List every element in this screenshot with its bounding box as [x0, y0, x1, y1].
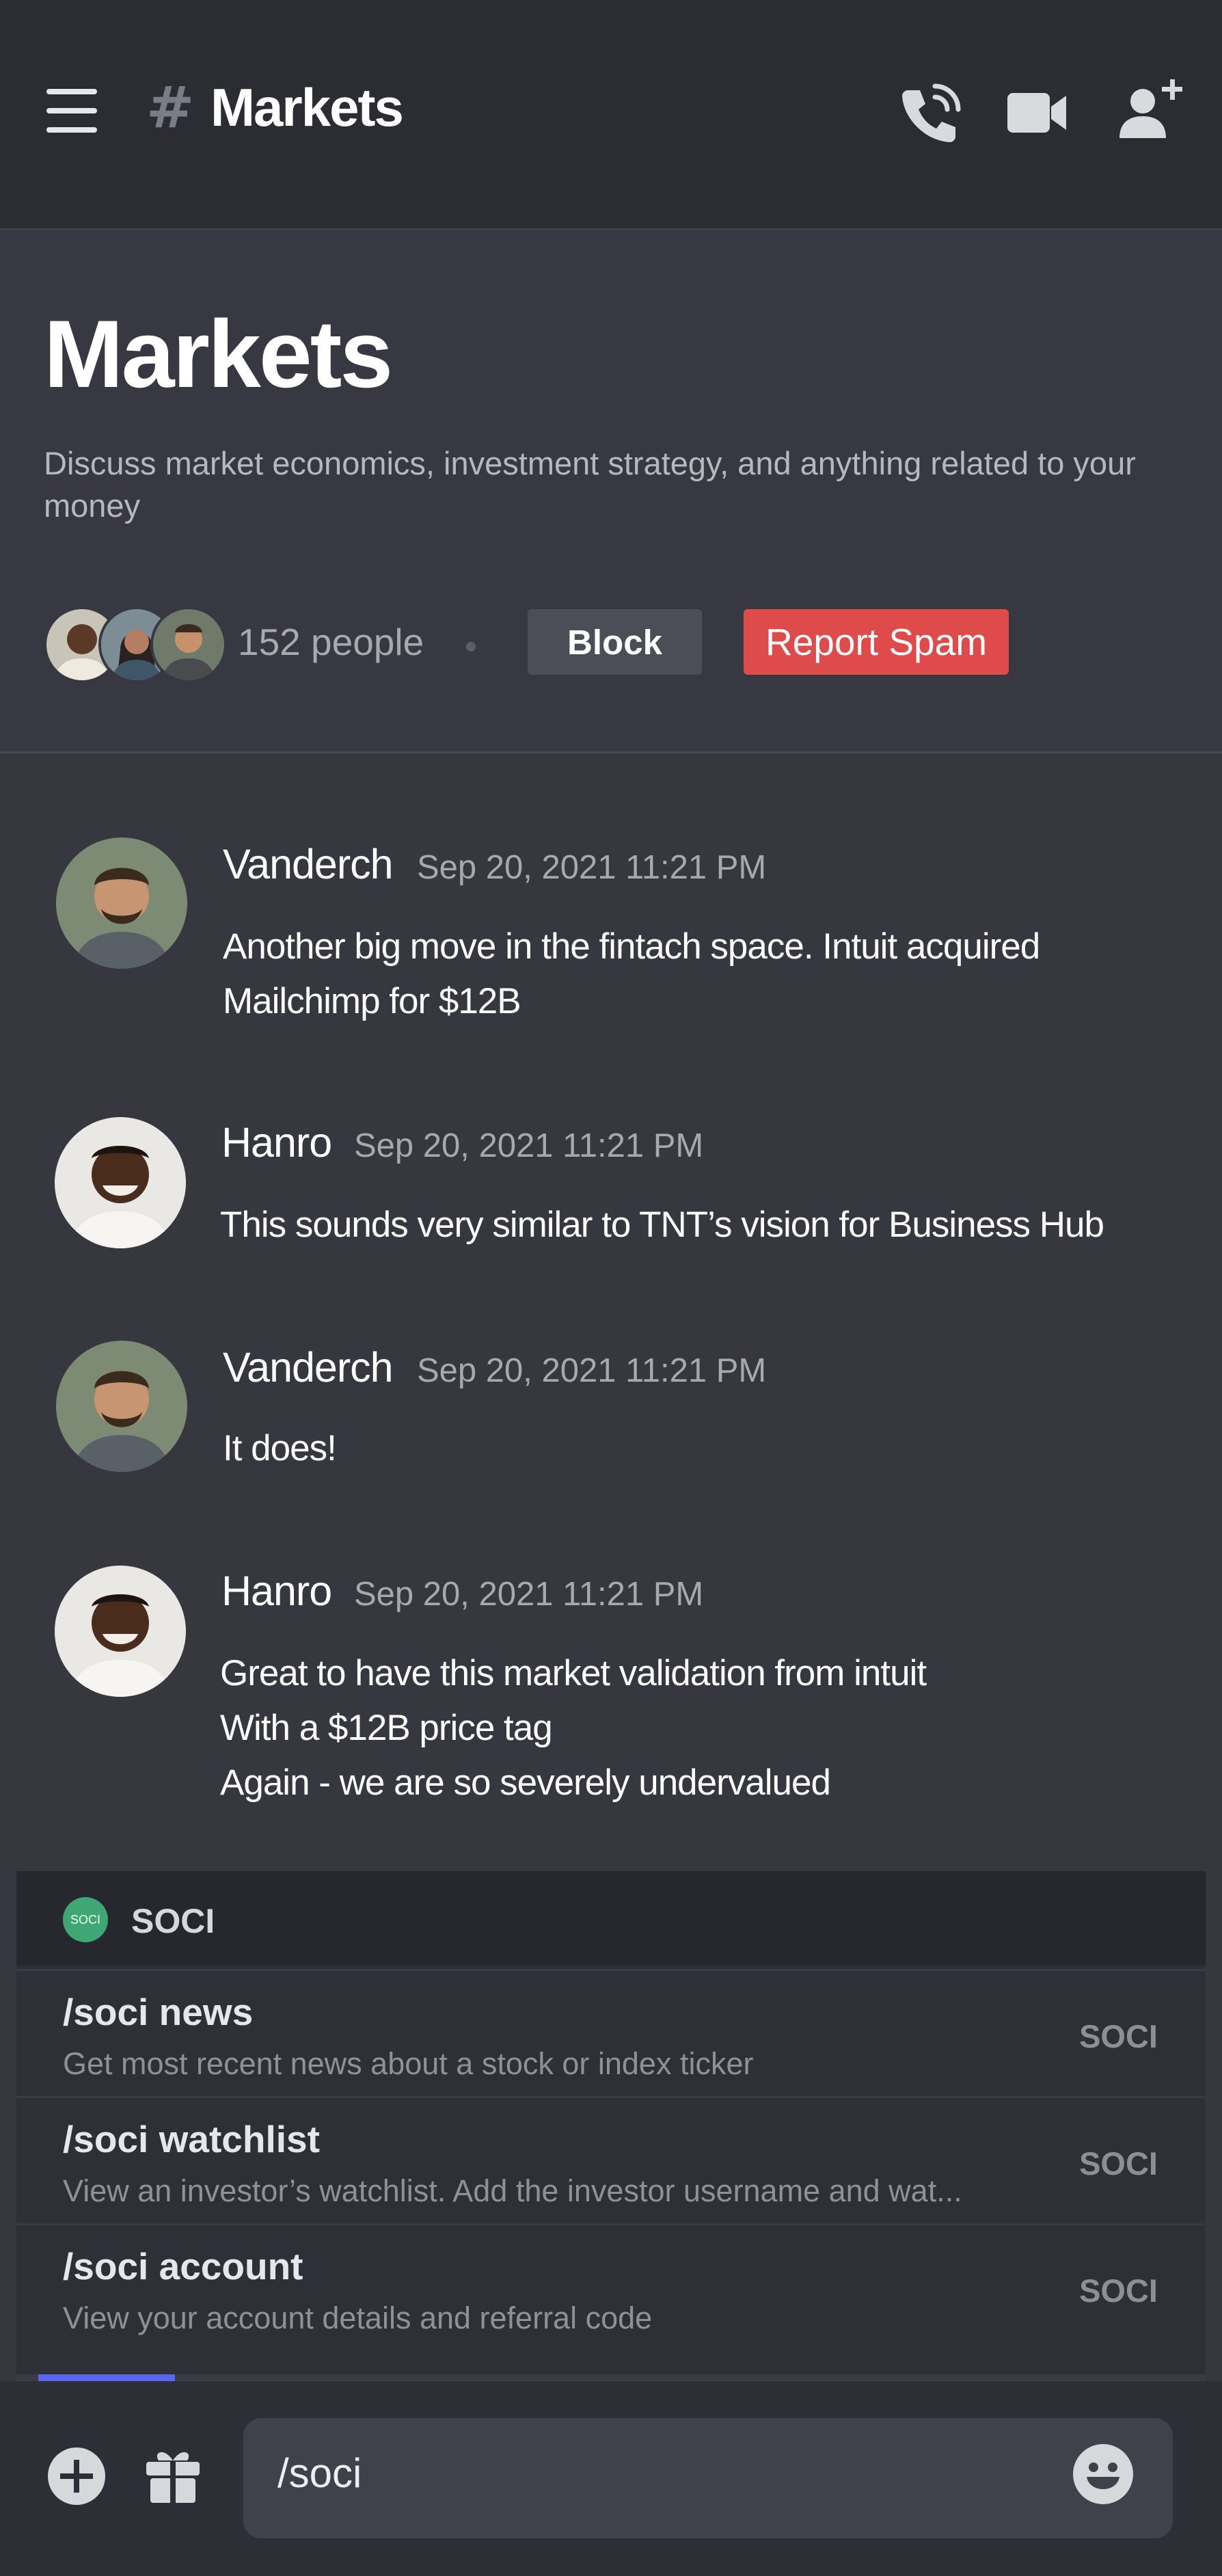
plus-circle-icon[interactable] — [48, 2447, 105, 2505]
avatar[interactable] — [55, 1117, 186, 1248]
message-author[interactable]: Vanderch — [223, 1343, 394, 1391]
separator-dot — [466, 642, 476, 652]
command-source-tag: SOCI — [1079, 2272, 1158, 2309]
avatar[interactable] — [56, 1341, 187, 1472]
message-line: It does! — [223, 1428, 337, 1468]
command-name: /soci watchlist — [63, 2118, 320, 2160]
message-text: Great to have this market validation fro… — [220, 1646, 927, 1810]
command-group-header: SOCI SOCI — [16, 1871, 1206, 1965]
command-group-label: SOCI — [131, 1902, 215, 1940]
phone-call-icon[interactable] — [897, 81, 962, 146]
channel-name: Markets — [211, 77, 404, 137]
command-description: View your account details and referral c… — [63, 2300, 653, 2335]
message-composer: /soci — [0, 2381, 1222, 2576]
message-author[interactable]: Hanro — [221, 1567, 332, 1615]
message-timestamp: Sep 20, 2021 11:21 PM — [354, 1127, 704, 1164]
member-avatars[interactable] — [44, 606, 227, 683]
message-line: Another big move in the fintach space. I… — [223, 926, 1040, 967]
video-camera-icon[interactable] — [1007, 90, 1068, 135]
hamburger-menu-icon[interactable] — [46, 89, 98, 133]
message-input-value: /soci — [277, 2450, 362, 2496]
message-item: Hanro Sep 20, 2021 11:21 PM Great to hav… — [0, 1566, 1222, 1839]
gift-icon[interactable] — [144, 2445, 202, 2504]
command-name: /soci account — [63, 2245, 303, 2287]
command-source-tag: SOCI — [1079, 2145, 1158, 2182]
message-item: Vanderch Sep 20, 2021 11:21 PM It does! — [0, 1341, 1222, 1498]
message-timestamp: Sep 20, 2021 11:21 PM — [417, 849, 767, 886]
member-count[interactable]: 152 people — [238, 620, 424, 664]
avatar — [150, 606, 227, 683]
command-item-soci-account[interactable]: /soci account View your account details … — [16, 2223, 1206, 2351]
message-text: This sounds very similar to TNT’s vision… — [220, 1198, 1104, 1252]
message-text: It does! — [223, 1421, 337, 1476]
command-item-soci-watchlist[interactable]: /soci watchlist View an investor’s watch… — [16, 2096, 1206, 2224]
top-bar: # Markets — [0, 0, 1222, 230]
message-line: Again - we are so severely undervalued — [220, 1762, 831, 1803]
message-timestamp: Sep 20, 2021 11:21 PM — [417, 1352, 767, 1389]
soci-logo: SOCI — [63, 1897, 108, 1942]
message-author[interactable]: Hanro — [221, 1118, 332, 1166]
command-item-soci-news[interactable]: /soci news Get most recent news about a … — [16, 1969, 1206, 2097]
command-description: Get most recent news about a stock or in… — [63, 2046, 754, 2081]
message-line: Mailchimp for $12B — [223, 981, 521, 1021]
command-source-tag: SOCI — [1079, 2018, 1158, 2054]
command-description: View an investor’s watchlist. Add the in… — [63, 2173, 962, 2208]
channel-title: Markets — [44, 300, 393, 407]
command-suggestions: SOCI SOCI /soci news Get most recent new… — [16, 1871, 1206, 2381]
add-user-icon[interactable] — [1118, 77, 1184, 139]
command-list-scrollbar[interactable] — [16, 2374, 1206, 2381]
report-spam-button[interactable]: Report Spam — [744, 609, 1009, 675]
channel-header: Markets Discuss market economics, invest… — [0, 230, 1222, 753]
channel-hash-icon: # — [146, 74, 195, 141]
message-line: This sounds very similar to TNT’s vision… — [220, 1205, 1104, 1245]
message-item: Vanderch Sep 20, 2021 11:21 PM Another b… — [0, 837, 1222, 1043]
command-list-scroll-thumb[interactable] — [38, 2374, 175, 2381]
emoji-icon[interactable] — [1070, 2441, 1136, 2507]
message-author[interactable]: Vanderch — [223, 840, 394, 888]
message-line: With a $12B price tag — [220, 1708, 553, 1748]
message-input[interactable]: /soci — [243, 2418, 1173, 2538]
avatar[interactable] — [56, 837, 187, 969]
avatar[interactable] — [55, 1566, 186, 1697]
channel-description: Discuss market economics, investment str… — [44, 445, 1136, 524]
message-line: Great to have this market validation fro… — [220, 1653, 927, 1693]
block-button[interactable]: Block — [528, 609, 702, 675]
message-timestamp: Sep 20, 2021 11:21 PM — [354, 1576, 704, 1613]
message-text: Another big move in the fintach space. I… — [223, 920, 1040, 1029]
command-name: /soci news — [63, 1991, 254, 2033]
message-item: Hanro Sep 20, 2021 11:21 PM This sounds … — [0, 1117, 1222, 1274]
